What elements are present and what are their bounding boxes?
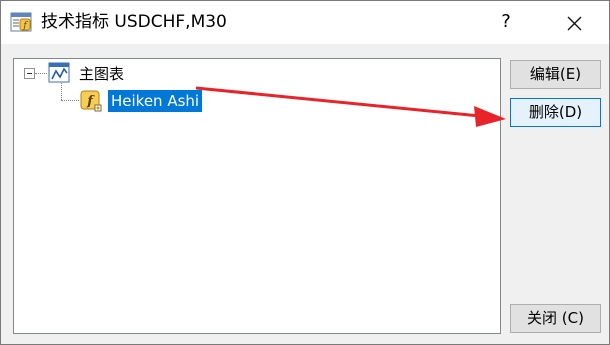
tree-item-main-chart[interactable]: 主图表 — [79, 64, 124, 84]
chart-window-icon — [48, 62, 70, 83]
title-bar[interactable]: f 技术指标 USDCHF,M30 ? — [1, 1, 609, 44]
tree-collapse-toggle[interactable] — [24, 68, 35, 79]
close-icon[interactable] — [557, 7, 591, 39]
close-button[interactable]: 关闭 (C) — [510, 304, 601, 333]
window-title: 技术指标 USDCHF,M30 — [41, 12, 227, 32]
indicators-dialog: f 技术指标 USDCHF,M30 ? 主图表 f Heiken Ashi 编辑… — [0, 0, 610, 345]
delete-button[interactable]: 删除(D) — [510, 98, 601, 127]
tree-connector — [35, 73, 47, 74]
tree-connector — [61, 83, 62, 100]
custom-indicator-fx-icon: f — [80, 90, 102, 112]
edit-button[interactable]: 编辑(E) — [510, 60, 601, 89]
indicators-window-icon: f — [10, 12, 32, 32]
help-button[interactable]: ? — [491, 5, 521, 39]
indicator-tree[interactable]: 主图表 f Heiken Ashi — [13, 58, 501, 334]
tree-item-heiken-ashi[interactable]: Heiken Ashi — [108, 90, 203, 112]
tree-connector — [61, 100, 79, 101]
